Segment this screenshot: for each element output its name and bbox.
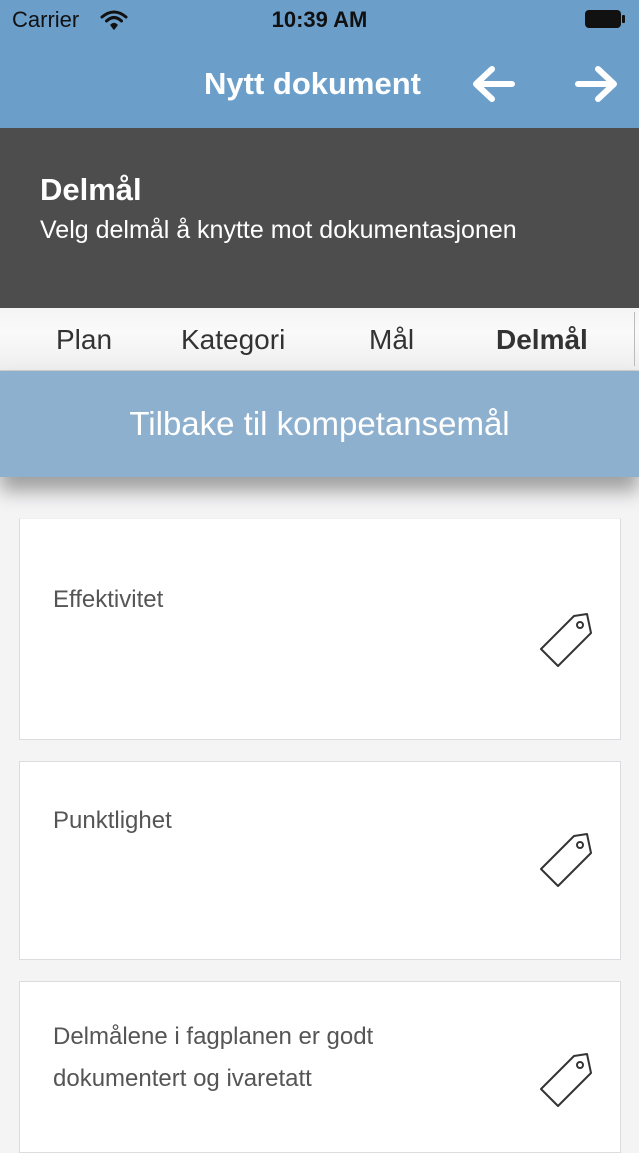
tab-mal[interactable]: Mål <box>369 324 414 356</box>
status-bar: Carrier 10:39 AM <box>0 0 639 40</box>
list-item[interactable]: Punktlighet <box>19 761 621 960</box>
tab-divider <box>634 312 635 366</box>
nav-title: Nytt dokument <box>204 66 421 101</box>
back-button[interactable] <box>468 62 518 106</box>
tab-kategori[interactable]: Kategori <box>181 324 285 356</box>
battery-icon <box>585 10 625 28</box>
step-tabs: Plan Kategori Mål Delmål <box>0 308 639 371</box>
section-title: Delmål <box>40 172 142 207</box>
arrow-left-icon <box>468 66 518 110</box>
tag-icon <box>538 611 596 669</box>
tag-icon <box>538 1051 596 1109</box>
list-item[interactable]: Delmålene i fagplanen er godt dokumenter… <box>19 981 621 1153</box>
tab-plan[interactable]: Plan <box>56 324 112 356</box>
navigation-bar: Nytt dokument <box>0 40 639 128</box>
section-subtitle: Velg delmål å knytte mot dokumentasjonen <box>40 216 517 244</box>
arrow-right-icon <box>572 66 622 110</box>
list-item[interactable]: Effektivitet <box>19 518 621 740</box>
list-item-label: Punktlighet <box>53 807 172 834</box>
tag-icon <box>538 831 596 889</box>
forward-button[interactable] <box>572 62 622 106</box>
list-item-label: Effektivitet <box>53 586 164 613</box>
section-header: Delmål Velg delmål å knytte mot dokument… <box>0 128 639 308</box>
back-banner-label: Tilbake til kompetansemål <box>129 405 510 442</box>
back-to-competence-goals-button[interactable]: Tilbake til kompetansemål <box>0 371 639 477</box>
tab-delmal[interactable]: Delmål <box>496 324 588 356</box>
clock: 10:39 AM <box>271 7 368 32</box>
list-item-label: Delmålene i fagplanen er godt dokumenter… <box>53 1023 374 1092</box>
